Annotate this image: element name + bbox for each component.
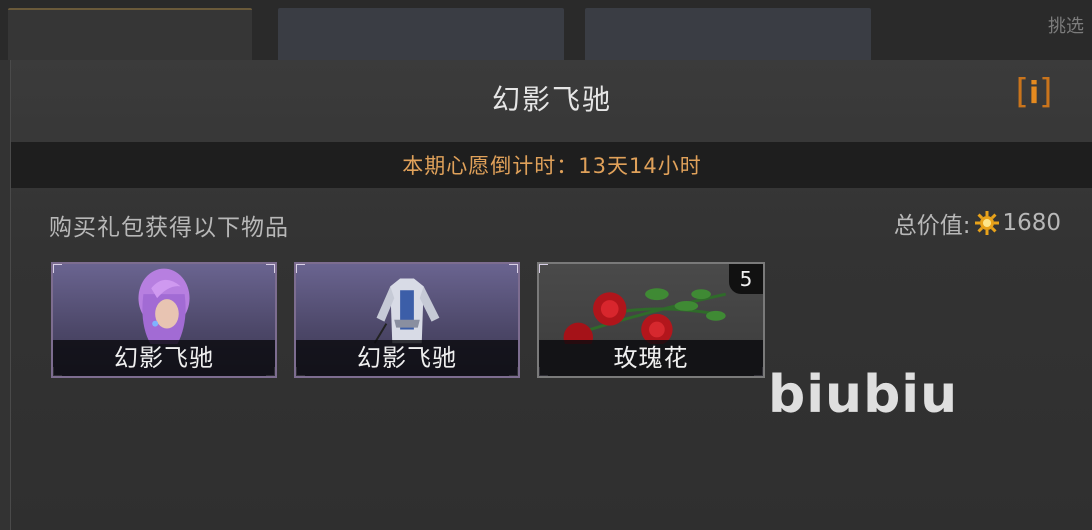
outfit-icon xyxy=(373,278,440,344)
dialog-header: 幻影飞驰 [i] xyxy=(11,60,1092,142)
total-value: 总价值: 1680 xyxy=(894,206,1061,240)
item-name: 幻影飞驰 xyxy=(53,340,275,376)
background-tab-2 xyxy=(278,8,564,64)
dialog-title: 幻影飞驰 xyxy=(491,83,612,116)
item-name: 幻影飞驰 xyxy=(296,340,518,376)
background-tab-1 xyxy=(8,8,252,66)
coin-icon xyxy=(974,210,1000,236)
gift-pack-dialog: 幻影飞驰 [i] 本期心愿倒计时：13天14小时 购买礼包获得以下物品 总价值: xyxy=(10,60,1092,530)
bracket-left-icon: [ xyxy=(1015,72,1029,112)
countdown-bar: 本期心愿倒计时：13天14小时 xyxy=(11,142,1092,188)
background-tab-3 xyxy=(585,8,871,64)
bracket-right-icon: ] xyxy=(1039,72,1053,112)
character-hair-icon xyxy=(138,268,190,344)
info-button[interactable]: [i] xyxy=(1007,73,1061,113)
item-list: 幻影飞驰 幻影飞驰 5 玫瑰花 xyxy=(51,262,765,378)
gift-contents-label: 购买礼包获得以下物品 xyxy=(49,215,289,241)
item-card[interactable]: 幻影飞驰 xyxy=(51,262,277,378)
total-value-amount: 1680 xyxy=(1002,210,1061,236)
background-corner-label: 挑选 xyxy=(1048,16,1084,37)
info-icon: i xyxy=(1028,76,1040,111)
item-name: 玫瑰花 xyxy=(539,340,763,376)
total-value-label: 总价值: xyxy=(893,213,971,239)
item-card[interactable]: 幻影飞驰 xyxy=(294,262,520,378)
quantity-badge: 5 xyxy=(729,264,763,294)
background-left-strip xyxy=(0,60,10,530)
watermark-logo: biubiu xyxy=(768,365,959,425)
countdown-text: 本期心愿倒计时：13天14小时 xyxy=(402,154,702,178)
item-card[interactable]: 5 玫瑰花 xyxy=(537,262,765,378)
